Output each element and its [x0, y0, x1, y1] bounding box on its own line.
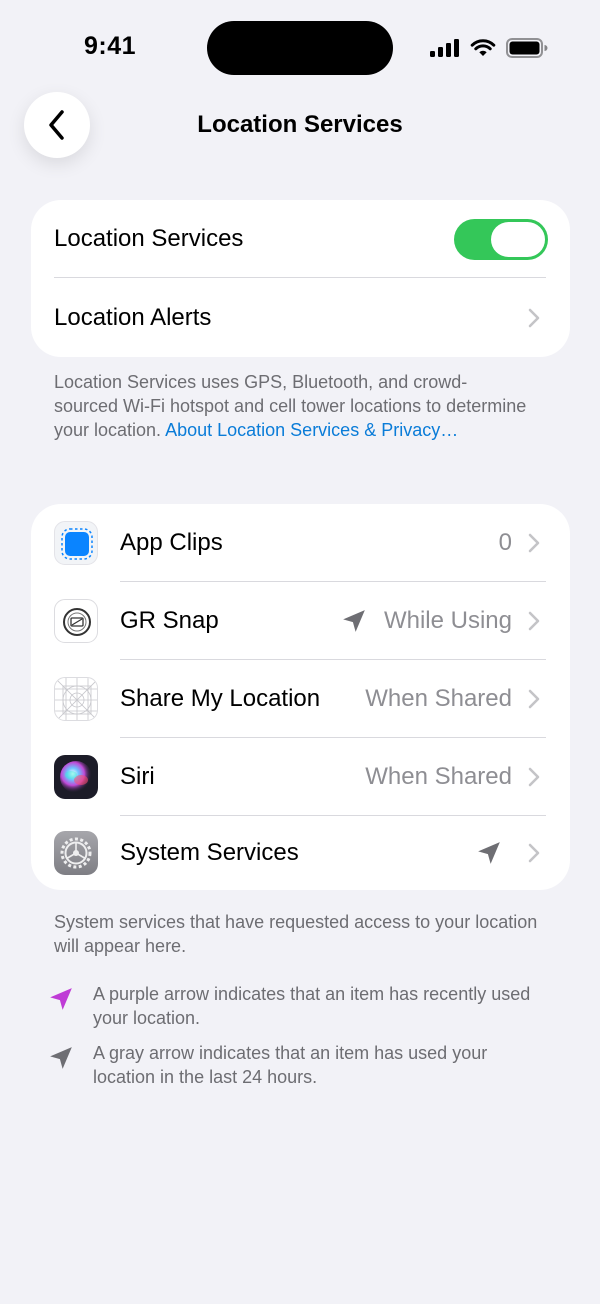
apps-group: App Clips 0 GR Snap While Using Share My… — [31, 504, 570, 890]
app-permission-value: When Shared — [365, 685, 512, 712]
purple-location-arrow-icon — [50, 988, 72, 1010]
gray-location-arrow-icon — [478, 842, 500, 864]
app-clips-row[interactable]: App Clips 0 — [31, 504, 570, 582]
status-bar: 9:41 — [0, 0, 600, 96]
chevron-right-icon — [528, 533, 540, 553]
app-name: GR Snap — [120, 607, 219, 634]
app-name: App Clips — [120, 529, 223, 556]
dynamic-island — [207, 21, 393, 75]
battery-icon — [506, 38, 548, 58]
purple-arrow-note: A purple arrow indicates that an item ha… — [93, 984, 531, 1028]
page-title: Location Services — [197, 111, 403, 138]
location-services-toggle[interactable] — [454, 219, 548, 260]
app-permission-value: When Shared — [365, 763, 512, 790]
app-permission-value: 0 — [498, 529, 512, 556]
system-services-gear-icon — [54, 831, 98, 875]
chevron-right-icon — [528, 843, 540, 863]
app-clips-icon — [54, 521, 98, 565]
system-services-note: System services that have requested acce… — [54, 912, 538, 956]
chevron-right-icon — [528, 308, 540, 327]
location-services-description: Location Services uses GPS, Bluetooth, a… — [54, 370, 529, 442]
share-my-location-icon — [54, 677, 98, 721]
chevron-right-icon — [528, 611, 540, 631]
wifi-icon — [470, 39, 496, 56]
gr-snap-icon — [54, 599, 98, 643]
location-services-label: Location Services — [54, 225, 244, 252]
system-services-row[interactable]: System Services — [31, 816, 570, 890]
toggle-knob — [491, 222, 545, 257]
app-name: Share My Location — [120, 685, 321, 712]
location-settings-group: Location Services Location Alerts — [31, 200, 570, 357]
gr-snap-row[interactable]: GR Snap While Using — [31, 582, 570, 660]
chevron-right-icon — [528, 767, 540, 787]
location-services-row: Location Services — [31, 200, 570, 278]
location-alerts-row[interactable]: Location Alerts — [31, 278, 570, 357]
gray-location-arrow-icon — [343, 610, 365, 632]
share-my-location-row[interactable]: Share My Location When Shared — [31, 660, 570, 738]
chevron-right-icon — [528, 689, 540, 709]
siri-icon — [54, 755, 98, 799]
cellular-signal-icon — [430, 39, 459, 57]
status-time: 9:41 — [84, 32, 137, 60]
gray-arrow-note: A gray arrow indicates that an item has … — [93, 1043, 488, 1087]
about-privacy-link[interactable]: About Location Services & Privacy… — [165, 420, 458, 440]
app-permission-value: While Using — [383, 607, 512, 634]
app-name: System Services — [120, 839, 299, 866]
app-name: Siri — [120, 763, 155, 790]
siri-row[interactable]: Siri When Shared — [31, 738, 570, 816]
gray-location-arrow-icon — [50, 1047, 72, 1069]
location-alerts-label: Location Alerts — [54, 303, 212, 331]
